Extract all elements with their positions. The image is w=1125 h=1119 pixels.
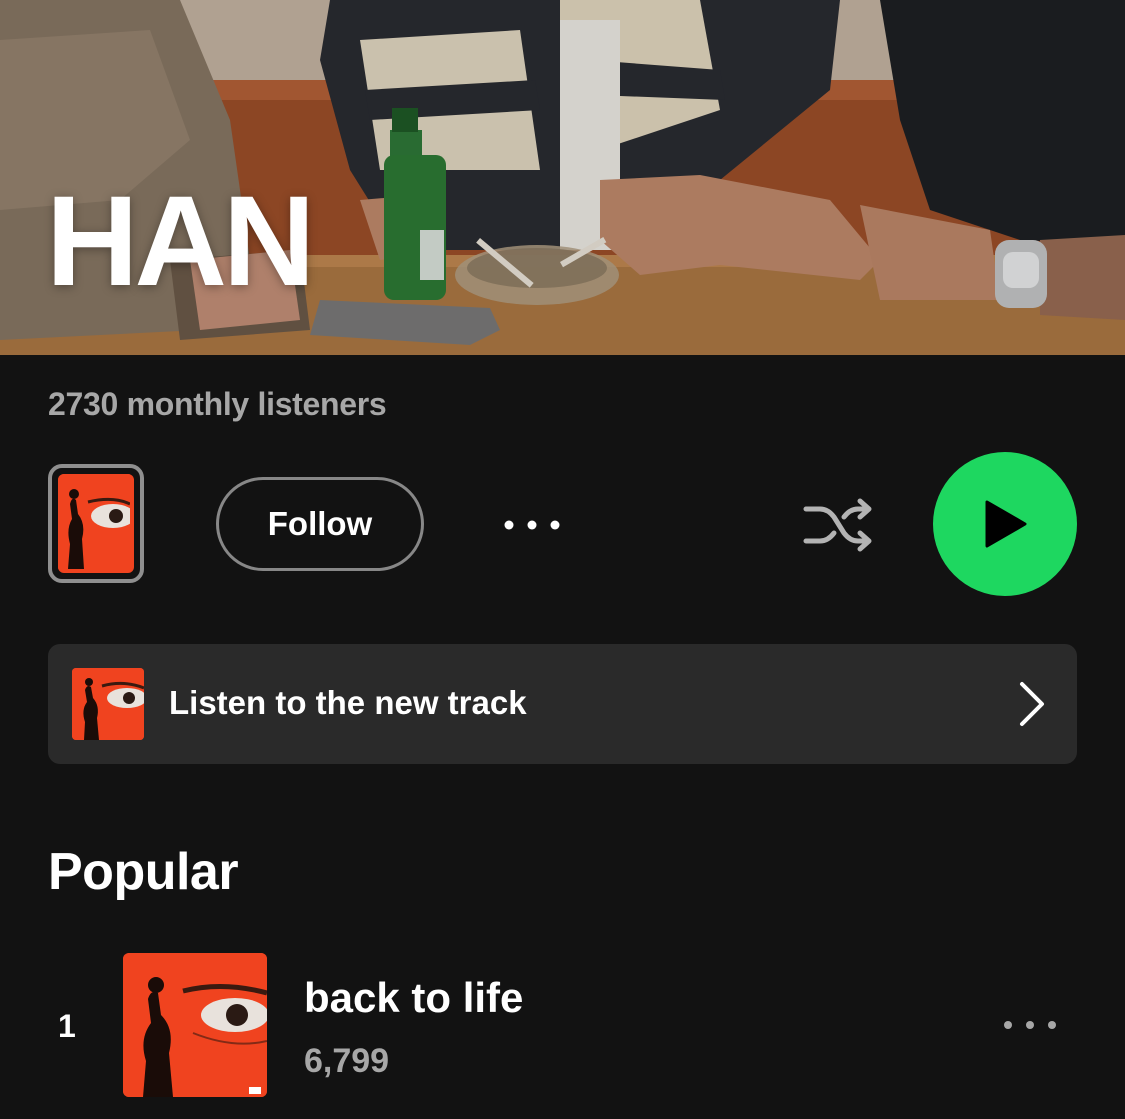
cover-art-image <box>58 474 134 569</box>
release-cover-image <box>72 668 144 740</box>
release-cover-art <box>72 668 144 740</box>
artist-page: HAN 2730 monthly listeners Follow Listen… <box>0 0 1125 1119</box>
shuffle-icon <box>803 498 872 552</box>
track-cover-art <box>123 953 267 1097</box>
new-release-label: Listen to the new track <box>169 684 527 721</box>
track-play-count: 6,799 <box>304 1042 390 1080</box>
track-cover-image <box>123 953 267 1097</box>
more-horizontal-icon <box>504 520 560 530</box>
track-rank: 1 <box>58 1008 76 1044</box>
play-icon <box>985 500 1027 548</box>
more-horizontal-icon <box>1004 1021 1056 1029</box>
artist-hero-image: HAN <box>0 0 1125 355</box>
more-options-button[interactable] <box>495 500 565 550</box>
new-release-banner[interactable]: Listen to the new track <box>48 644 1077 764</box>
monthly-listeners: 2730 monthly listeners <box>48 386 387 422</box>
play-button[interactable] <box>933 452 1077 596</box>
artist-name: HAN <box>46 170 315 313</box>
track-row[interactable]: 1 back to life 6,799 <box>0 950 1125 1100</box>
artist-thumbnail[interactable] <box>48 464 144 583</box>
track-more-button[interactable] <box>995 1010 1065 1040</box>
popular-section-title: Popular <box>48 843 239 901</box>
shuffle-button[interactable] <box>797 490 879 560</box>
cover-art <box>58 474 134 573</box>
chevron-right-icon <box>1012 680 1052 728</box>
track-title: back to life <box>304 974 524 1021</box>
follow-button[interactable]: Follow <box>216 477 424 571</box>
